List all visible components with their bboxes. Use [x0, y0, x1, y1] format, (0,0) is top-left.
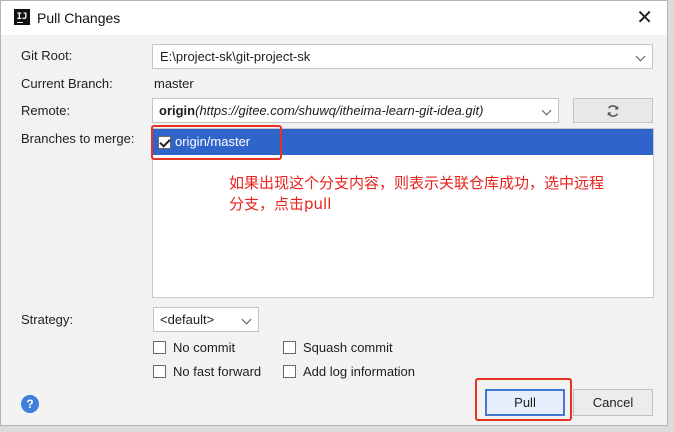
close-icon[interactable]: ✕ [636, 6, 653, 28]
remote-url: (https://gitee.com/shuwq/itheima-learn-g… [195, 103, 484, 118]
git-root-label: Git Root: [21, 48, 73, 63]
strategy-label: Strategy: [21, 312, 74, 327]
remote-name: origin [159, 103, 196, 118]
chevron-down-icon [635, 51, 646, 62]
intellij-icon: IJ [14, 9, 30, 25]
no-fast-forward-label: No fast forward [173, 364, 262, 379]
add-log-information-label: Add log information [303, 364, 416, 379]
annotation-line-1: 如果出现这个分支内容，则表示关联仓库成功，选中远程 [229, 174, 605, 192]
no-commit-label: No commit [173, 340, 236, 355]
git-root-combobox[interactable]: E:\project-sk\git-project-sk [152, 44, 653, 69]
help-icon[interactable]: ? [21, 395, 39, 413]
highlight-box-pull [475, 378, 572, 421]
dialog-title: Pull Changes [37, 10, 121, 26]
chevron-down-icon [541, 105, 552, 116]
checkbox-box[interactable] [153, 341, 166, 354]
git-root-value: E:\project-sk\git-project-sk [160, 49, 311, 64]
remote-combobox[interactable]: origin(https://gitee.com/shuwq/itheima-l… [152, 98, 559, 123]
chevron-down-icon [241, 314, 252, 325]
annotation-line-2: 分支，点击pull [229, 195, 332, 213]
checkbox-box[interactable] [153, 365, 166, 378]
pull-changes-dialog: IJ Pull Changes ✕ Git Root: E:\project-s… [0, 0, 668, 426]
current-branch-label: Current Branch: [21, 76, 113, 91]
strategy-value: <default> [160, 312, 215, 327]
cancel-button[interactable]: Cancel [573, 389, 653, 416]
title-bar: IJ Pull Changes ✕ [1, 1, 667, 35]
strategy-dropdown[interactable]: <default> [153, 307, 259, 332]
checkbox-box[interactable] [283, 365, 296, 378]
refresh-remotes-button[interactable] [573, 98, 653, 123]
remote-label: Remote: [21, 103, 71, 118]
checkbox-box[interactable] [283, 341, 296, 354]
squash-commit-label: Squash commit [303, 340, 393, 355]
highlight-box-branch [151, 125, 282, 160]
annotation-note: 如果出现这个分支内容，则表示关联仓库成功，选中远程 分支，点击pull [229, 173, 649, 215]
branches-to-merge-label: Branches to merge: [21, 131, 135, 146]
current-branch-value: master [154, 76, 194, 91]
refresh-icon [607, 105, 619, 117]
